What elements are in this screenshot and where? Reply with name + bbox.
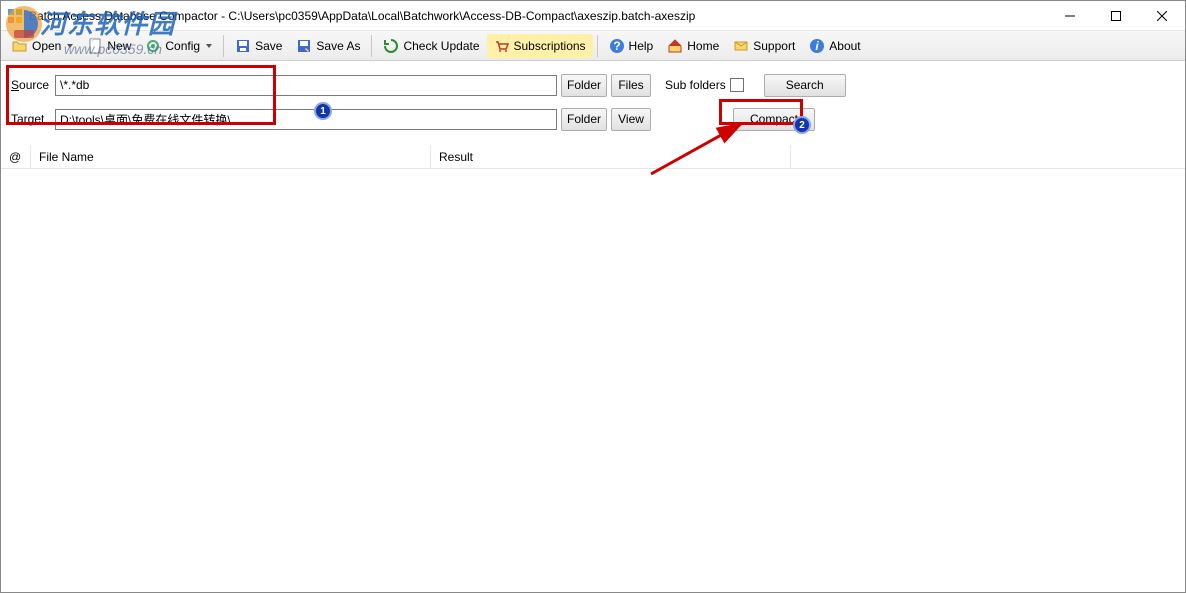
list-header: @ File Name Result [1, 145, 1185, 169]
source-row: Source Folder Files Sub folders Search [11, 71, 1175, 99]
toolbar-label: Save [255, 39, 282, 53]
separator [223, 35, 224, 57]
app-icon [7, 8, 23, 24]
refresh-icon [383, 38, 399, 54]
info-icon: i [809, 38, 825, 54]
gear-icon [145, 38, 161, 54]
check-update-button[interactable]: Check Update [376, 34, 486, 58]
target-row: Target Folder View Compact [11, 105, 1175, 133]
toolbar-label: New [107, 39, 131, 53]
toolbar-label: Config [165, 39, 200, 53]
help-button[interactable]: ? Help [602, 34, 661, 58]
source-label: Source [11, 78, 51, 92]
chevron-down-icon [206, 44, 212, 48]
target-label: Target [11, 112, 51, 126]
support-button[interactable]: Support [726, 34, 802, 58]
toolbar-label: Subscriptions [514, 39, 586, 53]
column-at[interactable]: @ [1, 145, 31, 168]
sub-folders-checkbox[interactable] [730, 78, 744, 92]
save-as-icon [296, 38, 312, 54]
toolbar-label: Open [32, 39, 61, 53]
toolbar-label: About [829, 39, 860, 53]
svg-text:?: ? [613, 39, 620, 53]
save-button[interactable]: Save [228, 34, 289, 58]
config-button[interactable]: Config [138, 34, 219, 58]
target-folder-button[interactable]: Folder [561, 108, 607, 131]
separator [371, 35, 372, 57]
toolbar-label: Help [629, 39, 654, 53]
document-new-icon [87, 38, 103, 54]
chevron-down-icon [67, 44, 73, 48]
toolbar: Open New Config Save Save As Check Updat… [1, 31, 1185, 61]
mail-icon [733, 38, 749, 54]
annotation-badge-1: 1 [314, 102, 332, 120]
about-button[interactable]: i About [802, 34, 867, 58]
target-view-button[interactable]: View [611, 108, 651, 131]
target-input[interactable] [55, 109, 557, 130]
help-icon: ? [609, 38, 625, 54]
column-file-name[interactable]: File Name [31, 145, 431, 168]
sub-folders-label: Sub folders [665, 78, 726, 92]
home-icon [667, 38, 683, 54]
new-button[interactable]: New [80, 34, 138, 58]
close-button[interactable] [1139, 1, 1185, 30]
annotation-badge-2: 2 [793, 116, 811, 134]
maximize-button[interactable] [1093, 1, 1139, 30]
separator [597, 35, 598, 57]
window-title: Batch Access Database Compactor - C:\Use… [29, 9, 1047, 23]
toolbar-label: Support [753, 39, 795, 53]
titlebar: Batch Access Database Compactor - C:\Use… [1, 1, 1185, 31]
save-as-button[interactable]: Save As [289, 34, 367, 58]
home-button[interactable]: Home [660, 34, 726, 58]
source-folder-button[interactable]: Folder [561, 74, 607, 97]
toolbar-label: Check Update [403, 39, 479, 53]
cart-icon [494, 38, 510, 54]
input-area: Source Folder Files Sub folders Search T… [1, 61, 1185, 141]
toolbar-label: Save As [316, 39, 360, 53]
column-result[interactable]: Result [431, 145, 791, 168]
toolbar-label: Home [687, 39, 719, 53]
subscriptions-button[interactable]: Subscriptions [487, 34, 593, 58]
source-input[interactable] [55, 75, 557, 96]
minimize-button[interactable] [1047, 1, 1093, 30]
save-icon [235, 38, 251, 54]
source-files-button[interactable]: Files [611, 74, 651, 97]
folder-open-icon [12, 38, 28, 54]
open-button[interactable]: Open [5, 34, 80, 58]
search-button[interactable]: Search [764, 74, 846, 97]
